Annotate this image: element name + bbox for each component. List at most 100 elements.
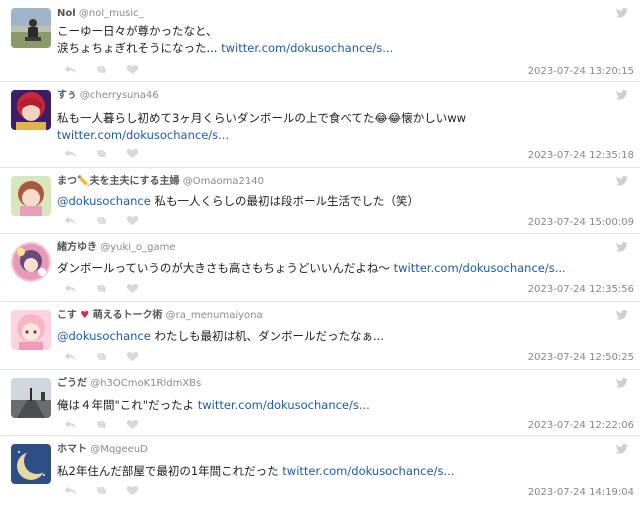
heart-icon	[126, 283, 139, 293]
tweet-text-line: 涙ちょちょぎれそうになった... twitter.com/dokusochanc…	[57, 40, 622, 57]
reply-icon	[64, 351, 77, 361]
twitter-bird-icon[interactable]	[616, 378, 628, 388]
retweet-icon	[97, 420, 106, 428]
tweet-link[interactable]: twitter.com/dokusochance/s...	[198, 398, 370, 412]
user-handle[interactable]: @Omaoma2140	[183, 176, 264, 187]
user-name[interactable]: まつ✏️夫を主夫にする主婦	[57, 176, 180, 187]
avatar[interactable]	[11, 444, 51, 484]
tweet-link[interactable]: twitter.com/dokusochance/s...	[394, 261, 566, 275]
user-name[interactable]: Nol	[57, 8, 76, 19]
retweet-icon	[97, 284, 106, 292]
user-handle[interactable]: @yuki_o_game	[100, 242, 175, 253]
tweet-actions	[64, 214, 157, 226]
tweet-text-line: こーゆー日々が尊かったなと、	[57, 24, 218, 38]
avatar-person-field-icon	[11, 8, 51, 48]
like-button[interactable]	[126, 63, 157, 75]
tweet-timestamp[interactable]: 2023-07-24 13:20:15	[528, 66, 634, 77]
tweet-text: こーゆー日々が尊かったなと、 涙ちょちょぎれそうになった... twitter.…	[57, 23, 622, 57]
tweet-actions	[64, 282, 157, 294]
twitter-bird-icon[interactable]	[616, 90, 628, 100]
tweet-item: Nol @nol_music_ こーゆー日々が尊かったなと、 涙ちょちょぎれそう…	[0, 0, 640, 82]
twitter-bird-icon[interactable]	[616, 242, 628, 252]
like-button[interactable]	[126, 418, 157, 430]
user-handle[interactable]: @h3OCmoK1RldmXBs	[90, 378, 201, 389]
avatar[interactable]	[11, 378, 51, 418]
avatar[interactable]	[11, 310, 51, 350]
avatar-moon-icon	[11, 444, 51, 484]
user-name[interactable]: こす ♥ 萌えるトーク術	[57, 310, 162, 321]
retweet-icon	[97, 486, 106, 494]
tweet-timestamp[interactable]: 2023-07-24 15:00:09	[528, 217, 634, 228]
tweet-text-segment: 涙ちょちょぎれそうになった...	[57, 41, 222, 55]
tweet-link[interactable]: twitter.com/dokusochance/s...	[57, 128, 229, 142]
user-name[interactable]: 緒方ゆき	[57, 242, 97, 253]
tweet-item: こす ♥ 萌えるトーク術 @ra_menumaiyona @dokusochan…	[0, 302, 640, 370]
retweet-button[interactable]	[95, 282, 126, 294]
avatar[interactable]	[11, 176, 51, 216]
tweet-link[interactable]: twitter.com/dokusochance/s...	[221, 41, 393, 55]
user-handle[interactable]: @nol_music_	[79, 8, 144, 19]
tweet-header: すぅ @cherrysuna46	[57, 89, 159, 102]
tweet-item: ごうだ @h3OCmoK1RldmXBs 俺は４年間"これ"だったよ twitt…	[0, 370, 640, 436]
like-button[interactable]	[126, 147, 157, 159]
user-handle[interactable]: @ra_menumaiyona	[166, 310, 263, 321]
user-name-suffix: 萌えるトーク術	[89, 310, 163, 321]
tweet-header: ごうだ @h3OCmoK1RldmXBs	[57, 377, 201, 390]
reply-button[interactable]	[64, 214, 95, 226]
twitter-bird-icon[interactable]	[616, 310, 628, 320]
tweet-timestamp[interactable]: 2023-07-24 12:22:06	[528, 420, 634, 431]
heart-icon	[126, 215, 139, 225]
tweet-timestamp[interactable]: 2023-07-24 12:50:25	[528, 352, 634, 363]
tweet-header: 緒方ゆき @yuki_o_game	[57, 241, 176, 254]
reply-button[interactable]	[64, 282, 95, 294]
like-button[interactable]	[126, 350, 157, 362]
avatar-anime-red-icon	[11, 90, 51, 130]
mention-link[interactable]: @dokusochance	[57, 194, 151, 208]
tweet-link[interactable]: twitter.com/dokusochance/s...	[282, 464, 454, 478]
like-button[interactable]	[126, 282, 157, 294]
reply-button[interactable]	[64, 484, 95, 496]
user-name[interactable]: ごうだ	[57, 378, 87, 389]
avatar[interactable]	[11, 8, 51, 48]
retweet-button[interactable]	[95, 63, 126, 75]
reply-button[interactable]	[64, 63, 95, 75]
user-handle[interactable]: @cherrysuna46	[80, 90, 159, 101]
tweet-timestamp[interactable]: 2023-07-24 14:19:04	[528, 487, 634, 498]
like-button[interactable]	[126, 214, 157, 226]
retweet-button[interactable]	[95, 214, 126, 226]
avatar[interactable]	[11, 90, 51, 130]
user-name[interactable]: ホマト	[57, 444, 87, 455]
tweet-text-line: 私も一人暮らし初めて3ヶ月くらいダンボールの上で食べてた😂😂懐かしいww	[57, 111, 467, 125]
tweet-actions	[64, 63, 157, 75]
user-name[interactable]: すぅ	[57, 90, 77, 101]
tweet-text-segment: わたしも最初は机、ダンボールだったなぁ...	[150, 329, 384, 343]
retweet-button[interactable]	[95, 147, 126, 159]
retweet-button[interactable]	[95, 350, 126, 362]
tweet-actions	[64, 418, 157, 430]
user-handle[interactable]: @MqgeeuD	[90, 444, 148, 455]
tweet-actions	[64, 350, 157, 362]
tweet-header: まつ✏️夫を主夫にする主婦 @Omaoma2140	[57, 175, 264, 188]
avatar[interactable]	[11, 242, 51, 282]
tweet-timestamp[interactable]: 2023-07-24 12:35:56	[528, 284, 634, 295]
heart-icon	[126, 485, 139, 495]
tweet-item: すぅ @cherrysuna46 私も一人暮らし初めて3ヶ月くらいダンボールの上…	[0, 82, 640, 168]
mention-link[interactable]: @dokusochance	[57, 329, 151, 343]
tweet-text: 私2年住んだ部屋で最初の1年間これだった twitter.com/dokusoc…	[57, 463, 622, 480]
retweet-icon	[97, 216, 106, 224]
tweet-header: ホマト @MqgeeuD	[57, 443, 148, 456]
tweet-header: Nol @nol_music_	[57, 7, 144, 20]
twitter-bird-icon[interactable]	[616, 8, 628, 18]
retweet-button[interactable]	[95, 418, 126, 430]
twitter-bird-icon[interactable]	[616, 176, 628, 186]
tweet-timestamp[interactable]: 2023-07-24 12:35:18	[528, 150, 634, 161]
reply-button[interactable]	[64, 147, 95, 159]
reply-button[interactable]	[64, 350, 95, 362]
twitter-bird-icon[interactable]	[616, 444, 628, 454]
tweet-header: こす ♥ 萌えるトーク術 @ra_menumaiyona	[57, 309, 263, 322]
reply-button[interactable]	[64, 418, 95, 430]
reply-icon	[64, 485, 77, 495]
tweet-text-segment: 俺は４年間"これ"だったよ	[57, 398, 198, 412]
like-button[interactable]	[126, 484, 157, 496]
retweet-button[interactable]	[95, 484, 126, 496]
